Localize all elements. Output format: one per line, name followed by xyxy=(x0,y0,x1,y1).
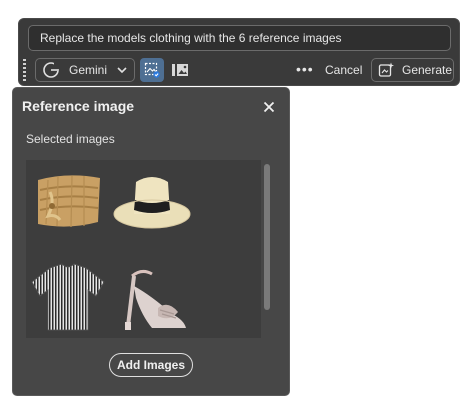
gallery-scrollbar[interactable] xyxy=(264,164,270,310)
cancel-button[interactable]: Cancel xyxy=(325,63,362,77)
reference-image-panel: Reference image Selected images Add Imag… xyxy=(12,87,290,396)
model-label: Gemini xyxy=(69,63,108,77)
generation-toolbar: Replace the models clothing with the 6 r… xyxy=(18,18,460,86)
panel-title: Reference image xyxy=(22,98,135,114)
prompt-input[interactable]: Replace the models clothing with the 6 r… xyxy=(28,25,451,51)
add-images-button[interactable]: Add Images xyxy=(109,353,193,377)
drag-grip-icon[interactable] xyxy=(23,59,27,81)
generate-button[interactable]: Generate xyxy=(371,58,454,82)
selected-images-label: Selected images xyxy=(26,132,115,146)
heeled-sandal-icon[interactable] xyxy=(112,256,192,336)
straw-hat-icon[interactable] xyxy=(112,162,192,242)
reference-image-button[interactable] xyxy=(140,58,164,82)
straw-bag-icon[interactable] xyxy=(28,162,108,242)
image-add-button[interactable] xyxy=(170,60,190,80)
model-dropdown[interactable]: Gemini xyxy=(35,58,135,82)
image-add-icon xyxy=(172,64,188,76)
close-icon[interactable] xyxy=(263,101,275,113)
gemini-logo-icon xyxy=(43,62,59,78)
selected-images-gallery[interactable] xyxy=(26,160,261,338)
more-options-button[interactable]: ••• xyxy=(296,62,314,76)
reference-image-icon xyxy=(144,62,160,78)
striped-shirt-icon[interactable] xyxy=(28,256,108,336)
generate-label: Generate xyxy=(402,63,453,77)
generate-sparkle-icon xyxy=(378,62,394,77)
chevron-down-icon xyxy=(117,67,127,74)
